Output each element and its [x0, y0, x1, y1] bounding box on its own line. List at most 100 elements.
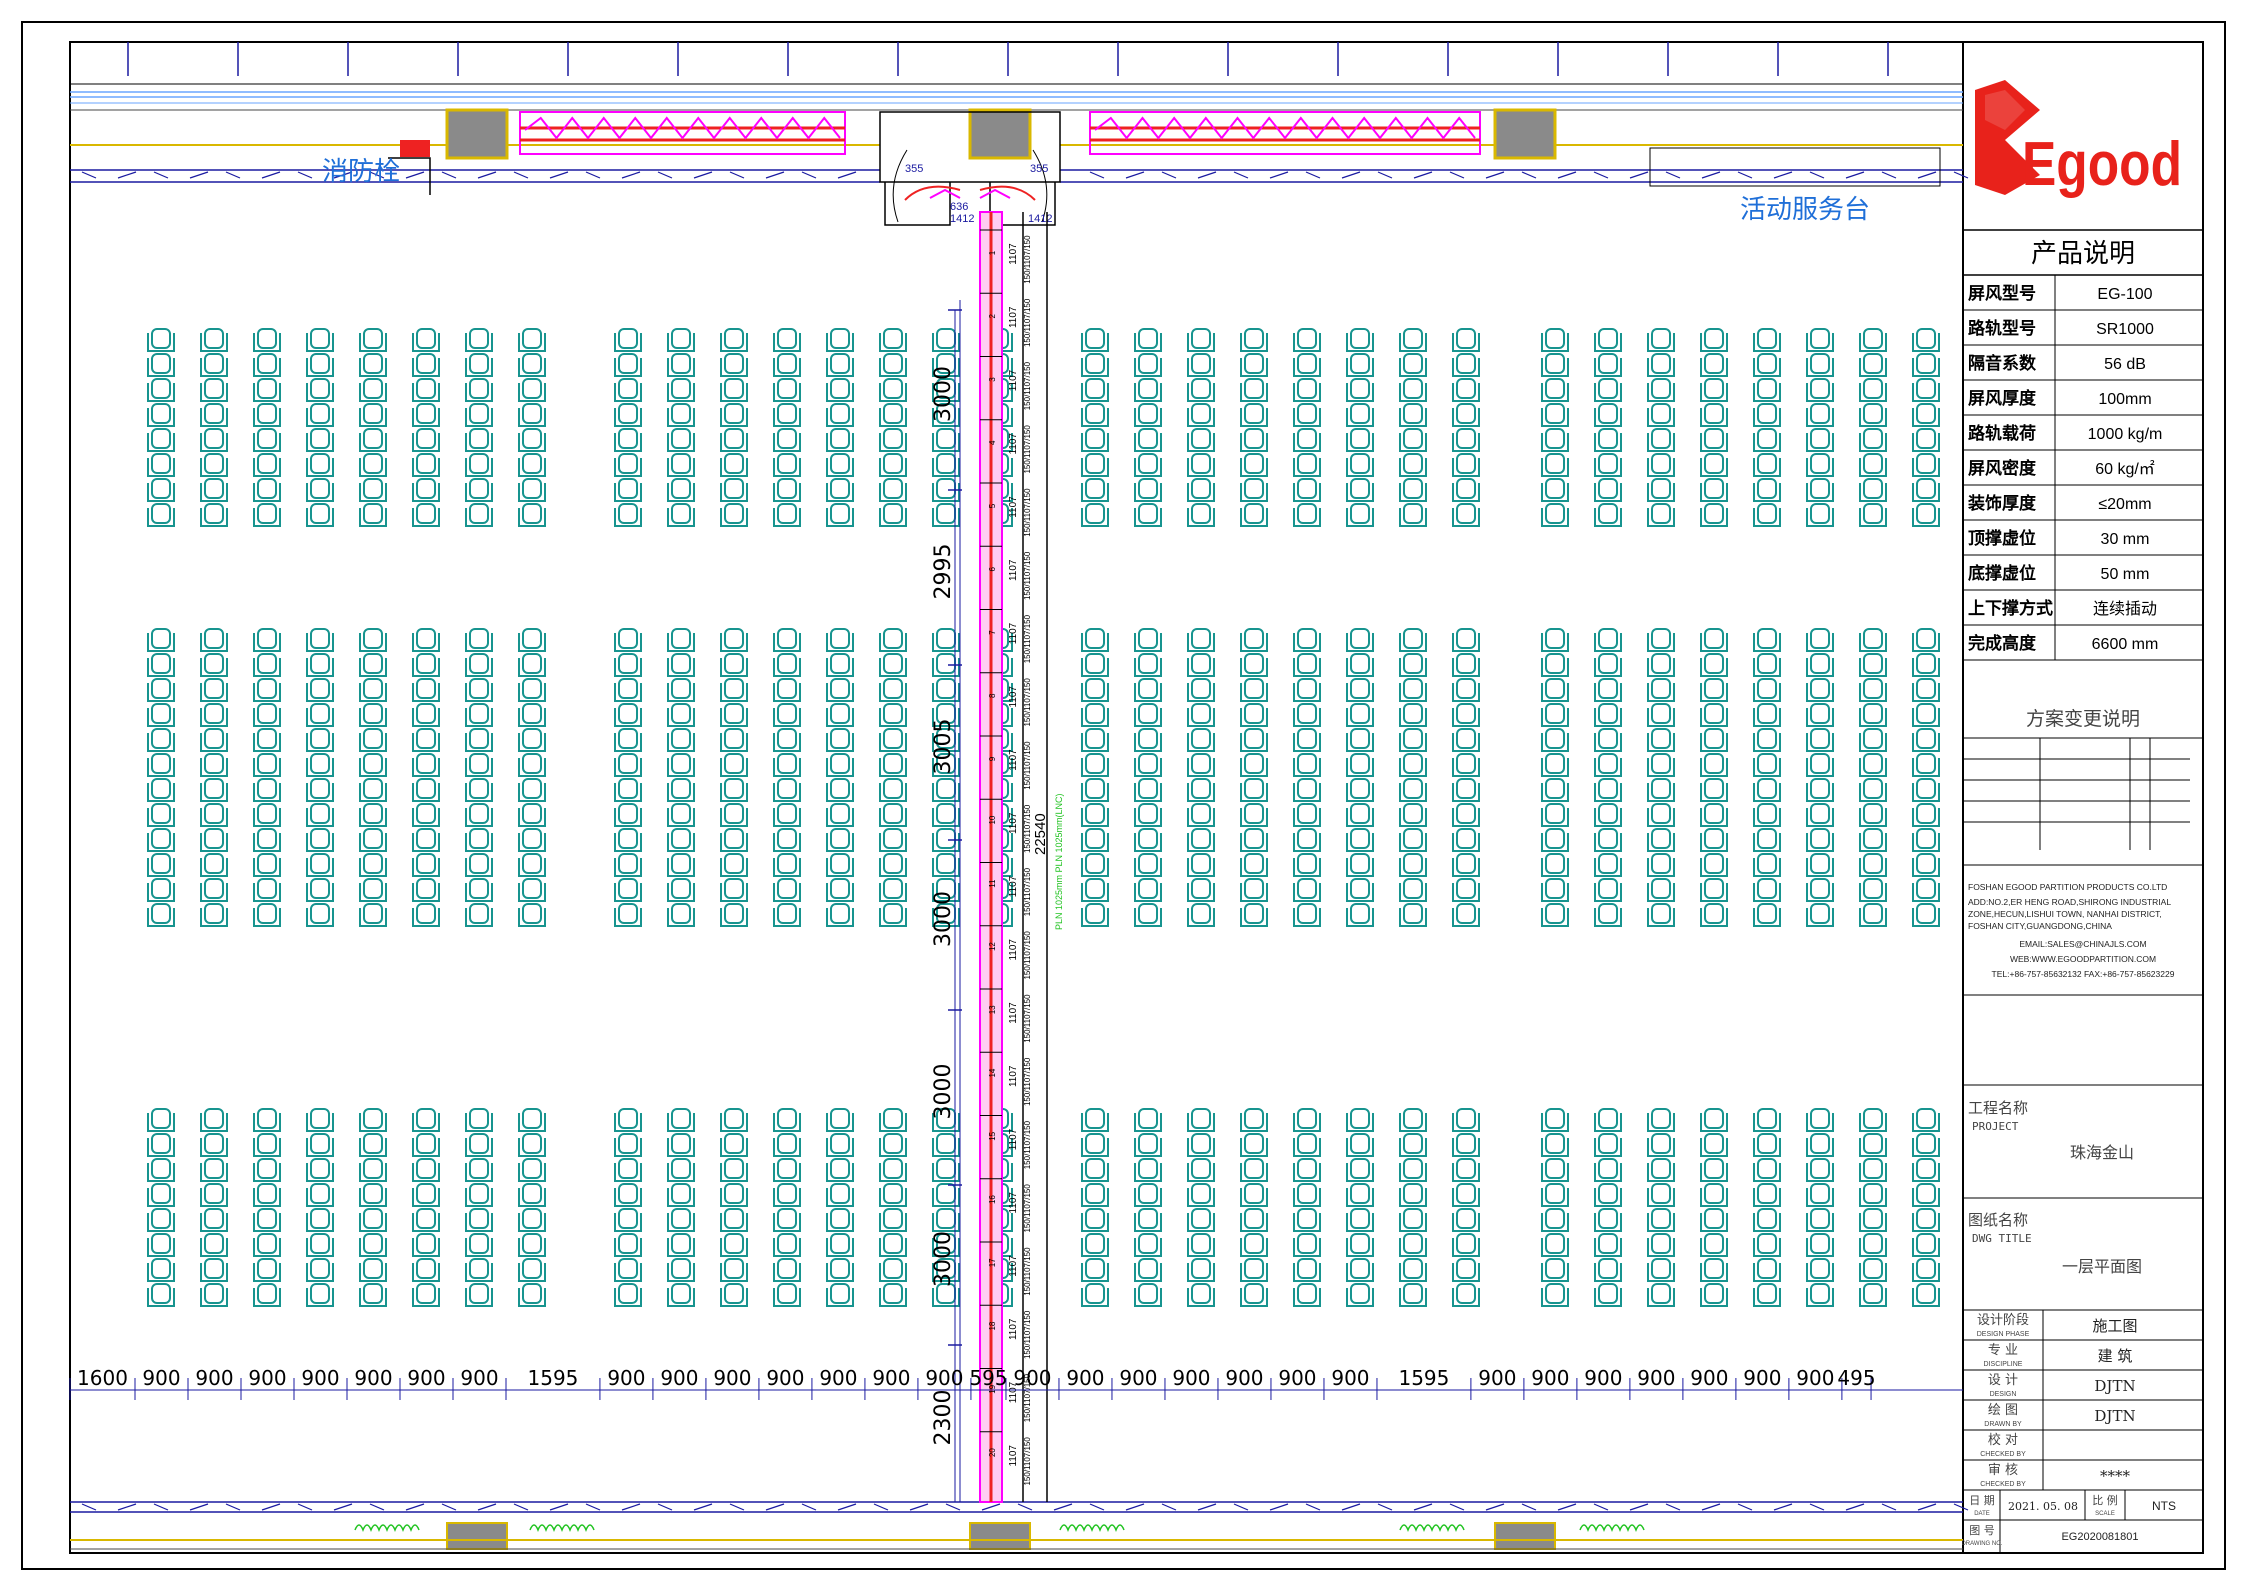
seat [1912, 1183, 1940, 1207]
seat [1187, 478, 1215, 502]
seat [1647, 1233, 1675, 1257]
seat [465, 903, 493, 927]
panel-detail-label: 150/1107/150 [1023, 298, 1032, 347]
hatch-mark [1701, 1503, 1721, 1511]
seat [147, 678, 175, 702]
seat [200, 1108, 228, 1132]
seat [667, 503, 695, 527]
vertical-dimension-value: 3000 [931, 1231, 956, 1287]
seat [253, 1208, 281, 1232]
seat [200, 1258, 228, 1282]
seat [879, 728, 907, 752]
seat [253, 503, 281, 527]
seat [1187, 1183, 1215, 1207]
project-label: 工程名称 [1968, 1099, 2028, 1117]
hatch-mark [1053, 1503, 1073, 1511]
seat [1081, 1208, 1109, 1232]
horizontal-dimension-value: 900 [1584, 1366, 1622, 1390]
seat [1753, 1283, 1781, 1307]
seat [1912, 1158, 1940, 1182]
hatch-mark [657, 171, 673, 179]
seat [1293, 1183, 1321, 1207]
seat [465, 478, 493, 502]
seat [465, 678, 493, 702]
seat [667, 328, 695, 352]
project-label-en: PROJECT [1972, 1120, 2019, 1133]
seat [1541, 653, 1569, 677]
panel-width-label: 1107 [1008, 1255, 1019, 1277]
seat [1806, 678, 1834, 702]
seat [306, 328, 334, 352]
seat [1700, 378, 1728, 402]
seat [720, 778, 748, 802]
seat [1859, 803, 1887, 827]
seat [1912, 728, 1940, 752]
spec-value: 30 mm [2101, 531, 2150, 548]
seat [147, 328, 175, 352]
change-notes-heading: 方案变更说明 [2026, 708, 2140, 730]
seat [306, 1108, 334, 1132]
spec-label: 完成高度 [1968, 633, 2037, 654]
seat [253, 678, 281, 702]
seat [1346, 1283, 1374, 1307]
seat [1912, 1283, 1940, 1307]
seat [1452, 878, 1480, 902]
seat [1806, 778, 1834, 802]
hatch-mark [1161, 1503, 1177, 1511]
seat [1134, 328, 1162, 352]
product-info-heading: 产品说明 [2031, 239, 2135, 269]
seat [773, 1233, 801, 1257]
door-dim-355-left: 355 [905, 163, 923, 175]
vertical-dimension-value: 3000 [931, 891, 956, 947]
horizontal-dimension-value: 900 [1225, 1366, 1263, 1390]
seat [1753, 378, 1781, 402]
spec-label: 屏风型号 [1968, 283, 2036, 304]
panel-width-label: 1107 [1008, 559, 1019, 581]
seat [1859, 778, 1887, 802]
date-value: 2021. 05. 08 [2008, 1500, 2078, 1513]
seat [518, 1108, 546, 1132]
seat [1134, 428, 1162, 452]
seat [720, 428, 748, 452]
seat [1541, 628, 1569, 652]
seat [1293, 1208, 1321, 1232]
hatch-mark [405, 1503, 425, 1511]
seat [614, 1258, 642, 1282]
seat [306, 378, 334, 402]
seat [1541, 353, 1569, 377]
seat [253, 1233, 281, 1257]
seat [253, 1158, 281, 1182]
seat [773, 1133, 801, 1157]
seat [1753, 828, 1781, 852]
seat [1346, 778, 1374, 802]
seat [1806, 1183, 1834, 1207]
seat [1081, 1258, 1109, 1282]
panel-width-label: 1107 [1008, 812, 1019, 834]
hatch-mark [1881, 1503, 1897, 1511]
seat [253, 703, 281, 727]
seat [412, 378, 440, 402]
seat [465, 703, 493, 727]
seat [147, 453, 175, 477]
seat [1187, 503, 1215, 527]
seat [614, 728, 642, 752]
seat [1806, 328, 1834, 352]
seat [1753, 753, 1781, 777]
seat [667, 678, 695, 702]
seat [1187, 1108, 1215, 1132]
seat [1452, 1283, 1480, 1307]
hatch-mark [801, 1503, 817, 1511]
seat [1912, 353, 1940, 377]
scale-value: NTS [2152, 1499, 2176, 1513]
seat [306, 1233, 334, 1257]
seat [614, 328, 642, 352]
seat [1541, 378, 1569, 402]
hatch-mark [1593, 171, 1609, 179]
seat [253, 428, 281, 452]
seat [1753, 903, 1781, 927]
seat [518, 653, 546, 677]
seat [1700, 1283, 1728, 1307]
seat [667, 778, 695, 802]
seat [1240, 1208, 1268, 1232]
horizontal-dimension-value: 900 [248, 1366, 286, 1390]
